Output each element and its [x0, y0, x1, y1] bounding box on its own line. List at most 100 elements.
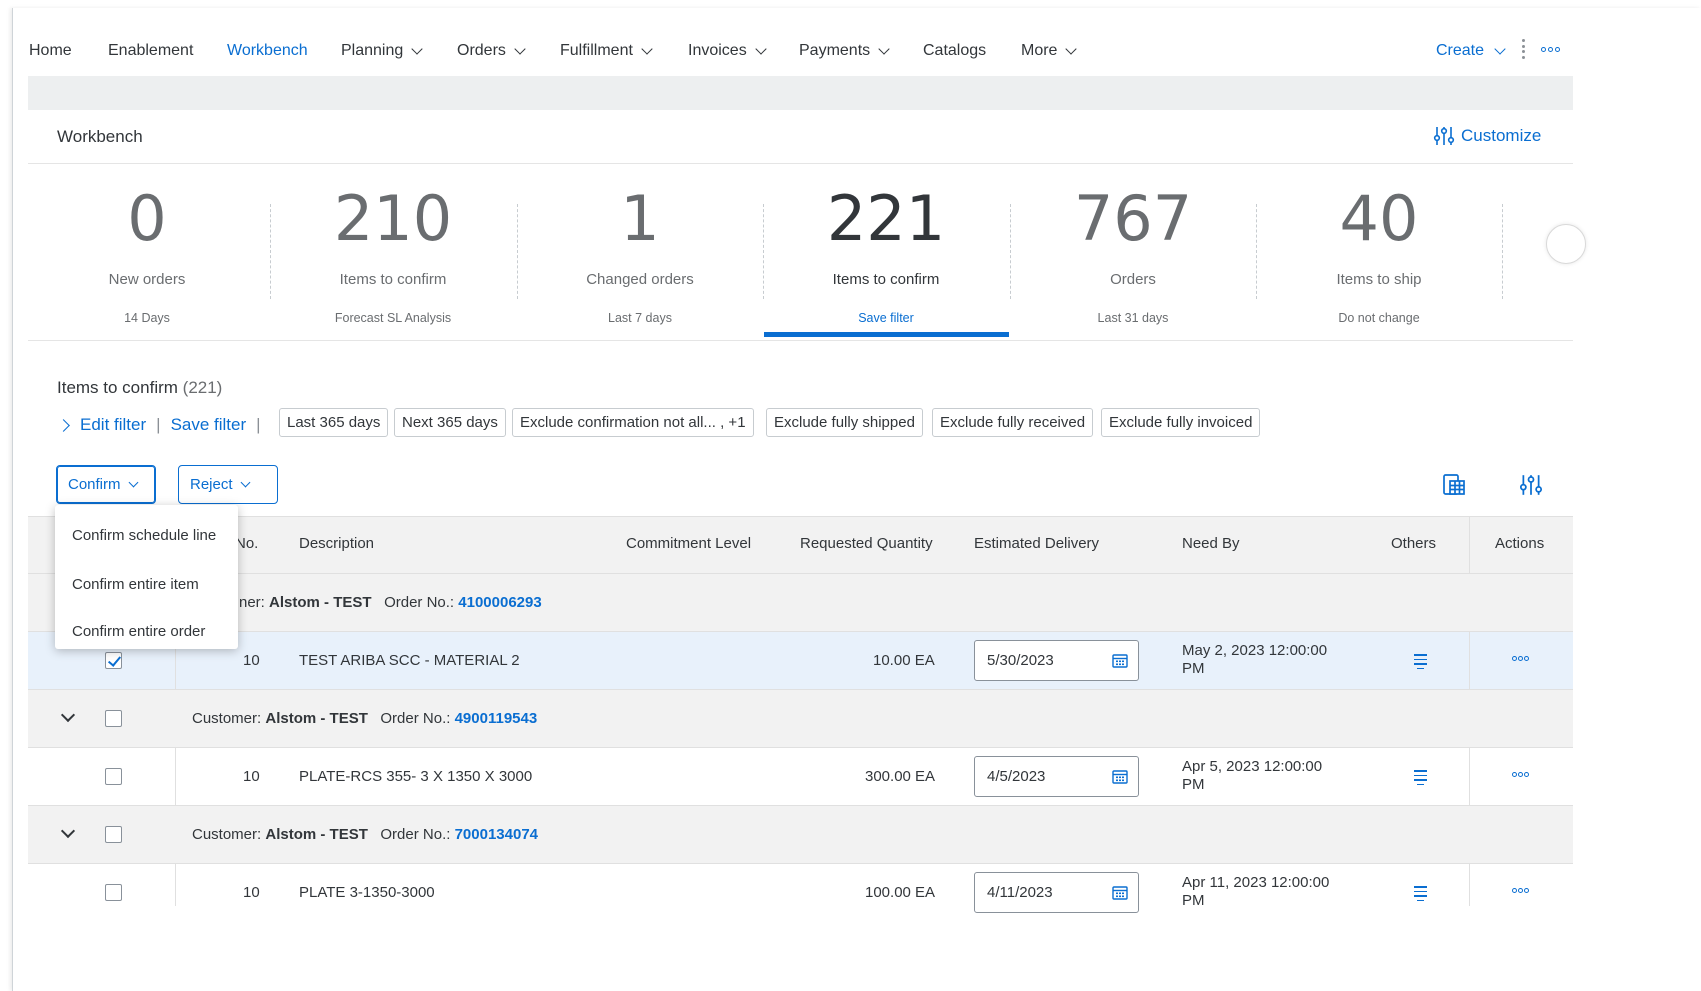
nav-fulfillment[interactable]: Fulfillment — [560, 42, 653, 60]
nav-more[interactable]: More — [1021, 42, 1078, 60]
order-number-link[interactable]: 4100006293 — [458, 594, 541, 611]
row-actions-icon[interactable] — [1512, 888, 1529, 893]
chevron-down-icon — [641, 42, 653, 55]
calendar-icon[interactable] — [1112, 653, 1128, 668]
table-row[interactable]: 10 PLATE-RCS 355- 3 X 1350 X 3000 300.00… — [28, 748, 1573, 806]
nav-home-label: Home — [29, 42, 72, 59]
requested-quantity: 10.00 EA — [873, 652, 935, 669]
need-by-line-1: May 2, 2023 12:00:00 — [1182, 642, 1328, 659]
tile-items-to-confirm-forecast[interactable]: 210 Items to confirm Forecast SL Analysi… — [270, 168, 516, 340]
chevron-down-icon — [411, 42, 423, 55]
row-checkbox[interactable] — [105, 652, 122, 669]
nav-enablement[interactable]: Enablement — [108, 42, 193, 60]
group-customer-info: ner: Alstom - TEST Order No.: 4100006293 — [239, 594, 542, 611]
requested-quantity: 100.00 EA — [865, 884, 936, 901]
row-actions-icon[interactable] — [1512, 772, 1529, 777]
confirm-button[interactable]: Confirm — [56, 465, 156, 504]
column-header-estimated-delivery[interactable]: Estimated Delivery — [974, 535, 1099, 552]
line-number: 10 — [243, 884, 260, 901]
save-filter-link[interactable]: Save filter — [171, 415, 247, 435]
column-header-commitment-level[interactable]: Commitment Level — [626, 535, 751, 552]
others-details-icon[interactable] — [1414, 770, 1427, 788]
tile-changed-orders[interactable]: 1 Changed orders Last 7 days — [517, 168, 763, 340]
overflow-menu-icon[interactable] — [1541, 47, 1560, 52]
column-header-others[interactable]: Others — [1391, 535, 1436, 552]
others-details-icon[interactable] — [1414, 886, 1427, 904]
nav-payments[interactable]: Payments — [799, 42, 890, 60]
row-actions-icon[interactable] — [1512, 656, 1529, 661]
table-settings-icon[interactable] — [1519, 473, 1543, 497]
nav-orders[interactable]: Orders — [457, 42, 526, 60]
nav-home[interactable]: Home — [29, 42, 72, 60]
reject-button[interactable]: Reject — [178, 465, 278, 504]
tile-new-orders[interactable]: 0 New orders 14 Days — [24, 168, 270, 340]
need-by-line-2: PM — [1182, 776, 1205, 793]
column-header-line-no[interactable]: No. — [235, 535, 258, 552]
menu-item-confirm-entire-item[interactable]: Confirm entire item — [72, 576, 199, 593]
menu-item-confirm-schedule-line[interactable]: Confirm schedule line — [72, 527, 216, 544]
order-number-link[interactable]: 4900119543 — [455, 710, 538, 727]
nav-catalogs[interactable]: Catalogs — [923, 42, 986, 60]
create-label: Create — [1436, 42, 1485, 59]
customize-label: Customize — [1461, 126, 1542, 145]
tile-items-to-ship[interactable]: 40 Items to ship Do not change — [1256, 168, 1502, 340]
edit-filter-link[interactable]: Edit filter — [80, 415, 146, 435]
nav-planning[interactable]: Planning — [341, 42, 423, 60]
chevron-down-icon[interactable] — [60, 823, 76, 839]
separator: | — [256, 415, 261, 434]
separator: | — [156, 415, 161, 434]
need-by-line-2: PM — [1182, 660, 1205, 677]
table-row[interactable]: 10 PLATE 3-1350-3000 100.00 EA 4/11/2023… — [28, 864, 1573, 913]
filter-toolbar: Edit filter | Save filter | — [57, 410, 271, 440]
row-checkbox[interactable] — [105, 768, 122, 785]
export-spreadsheet-icon[interactable] — [1441, 472, 1467, 498]
chevron-down-icon — [878, 42, 890, 55]
tile-orders[interactable]: 767 Orders Last 31 days — [1010, 168, 1256, 340]
estimated-delivery-input[interactable]: 5/30/2023 — [974, 640, 1139, 681]
items-count: (221) — [182, 378, 223, 397]
order-group-row: ner: Alstom - TEST Order No.: 4100006293 — [28, 574, 1573, 632]
customer-label: Customer: — [192, 710, 262, 727]
column-header-requested-quantity[interactable]: Requested Quantity — [800, 535, 933, 552]
group-checkbox[interactable] — [105, 826, 122, 843]
table-row[interactable]: 10 TEST ARIBA SCC - MATERIAL 2 10.00 EA … — [28, 632, 1573, 690]
calendar-icon[interactable] — [1112, 885, 1128, 900]
filter-chip-exclude-received[interactable]: Exclude fully received — [932, 408, 1094, 437]
chevron-down-icon[interactable] — [60, 707, 76, 723]
group-checkbox[interactable] — [105, 710, 122, 727]
order-number-link[interactable]: 7000134074 — [455, 826, 538, 843]
tile-label: Items to confirm — [339, 271, 447, 288]
group-customer-info: Customer: Alstom - TEST Order No.: 70001… — [192, 826, 538, 843]
filter-chip-exclude-confirmation[interactable]: Exclude confirmation not all... , +1 — [512, 408, 754, 437]
row-checkbox[interactable] — [105, 884, 122, 901]
item-description: TEST ARIBA SCC - MATERIAL 2 — [299, 652, 520, 669]
column-header-description[interactable]: Description — [299, 535, 374, 552]
nav-workbench[interactable]: Workbench — [227, 42, 308, 60]
nav-enablement-label: Enablement — [108, 42, 194, 59]
estimated-delivery-input[interactable]: 4/5/2023 — [974, 756, 1139, 797]
filter-chip-next-365[interactable]: Next 365 days — [394, 408, 506, 437]
page-title: Workbench — [57, 127, 143, 146]
tiles-scroll-right-button[interactable] — [1546, 224, 1586, 264]
nav-invoices[interactable]: Invoices — [688, 42, 767, 60]
filter-chip-exclude-invoiced[interactable]: Exclude fully invoiced — [1101, 408, 1261, 437]
nav-fulfillment-label: Fulfillment — [560, 42, 633, 59]
others-details-icon[interactable] — [1414, 654, 1427, 672]
filter-chip-last-365[interactable]: Last 365 days — [279, 408, 389, 437]
calendar-icon[interactable] — [1112, 769, 1128, 784]
chevron-right-icon[interactable] — [57, 418, 70, 432]
tile-count: 210 — [333, 182, 453, 255]
column-header-need-by[interactable]: Need By — [1182, 535, 1240, 552]
estimated-delivery-input[interactable]: 4/11/2023 — [974, 872, 1139, 913]
group-customer-info: Customer: Alstom - TEST Order No.: 49001… — [192, 710, 537, 727]
filter-chip-exclude-shipped[interactable]: Exclude fully shipped — [766, 408, 923, 437]
menu-item-confirm-entire-order[interactable]: Confirm entire order — [72, 623, 205, 640]
column-divider — [175, 748, 176, 806]
nav-more-label: More — [1021, 42, 1058, 59]
tile-count: 767 — [1073, 182, 1193, 255]
tile-items-to-confirm-active[interactable]: 221 Items to confirm Save filter — [763, 168, 1009, 340]
column-header-actions[interactable]: Actions — [1495, 535, 1544, 552]
create-menu-button[interactable]: Create — [1436, 42, 1506, 60]
customize-button[interactable]: Customize — [1433, 125, 1541, 147]
divider — [28, 163, 1573, 164]
